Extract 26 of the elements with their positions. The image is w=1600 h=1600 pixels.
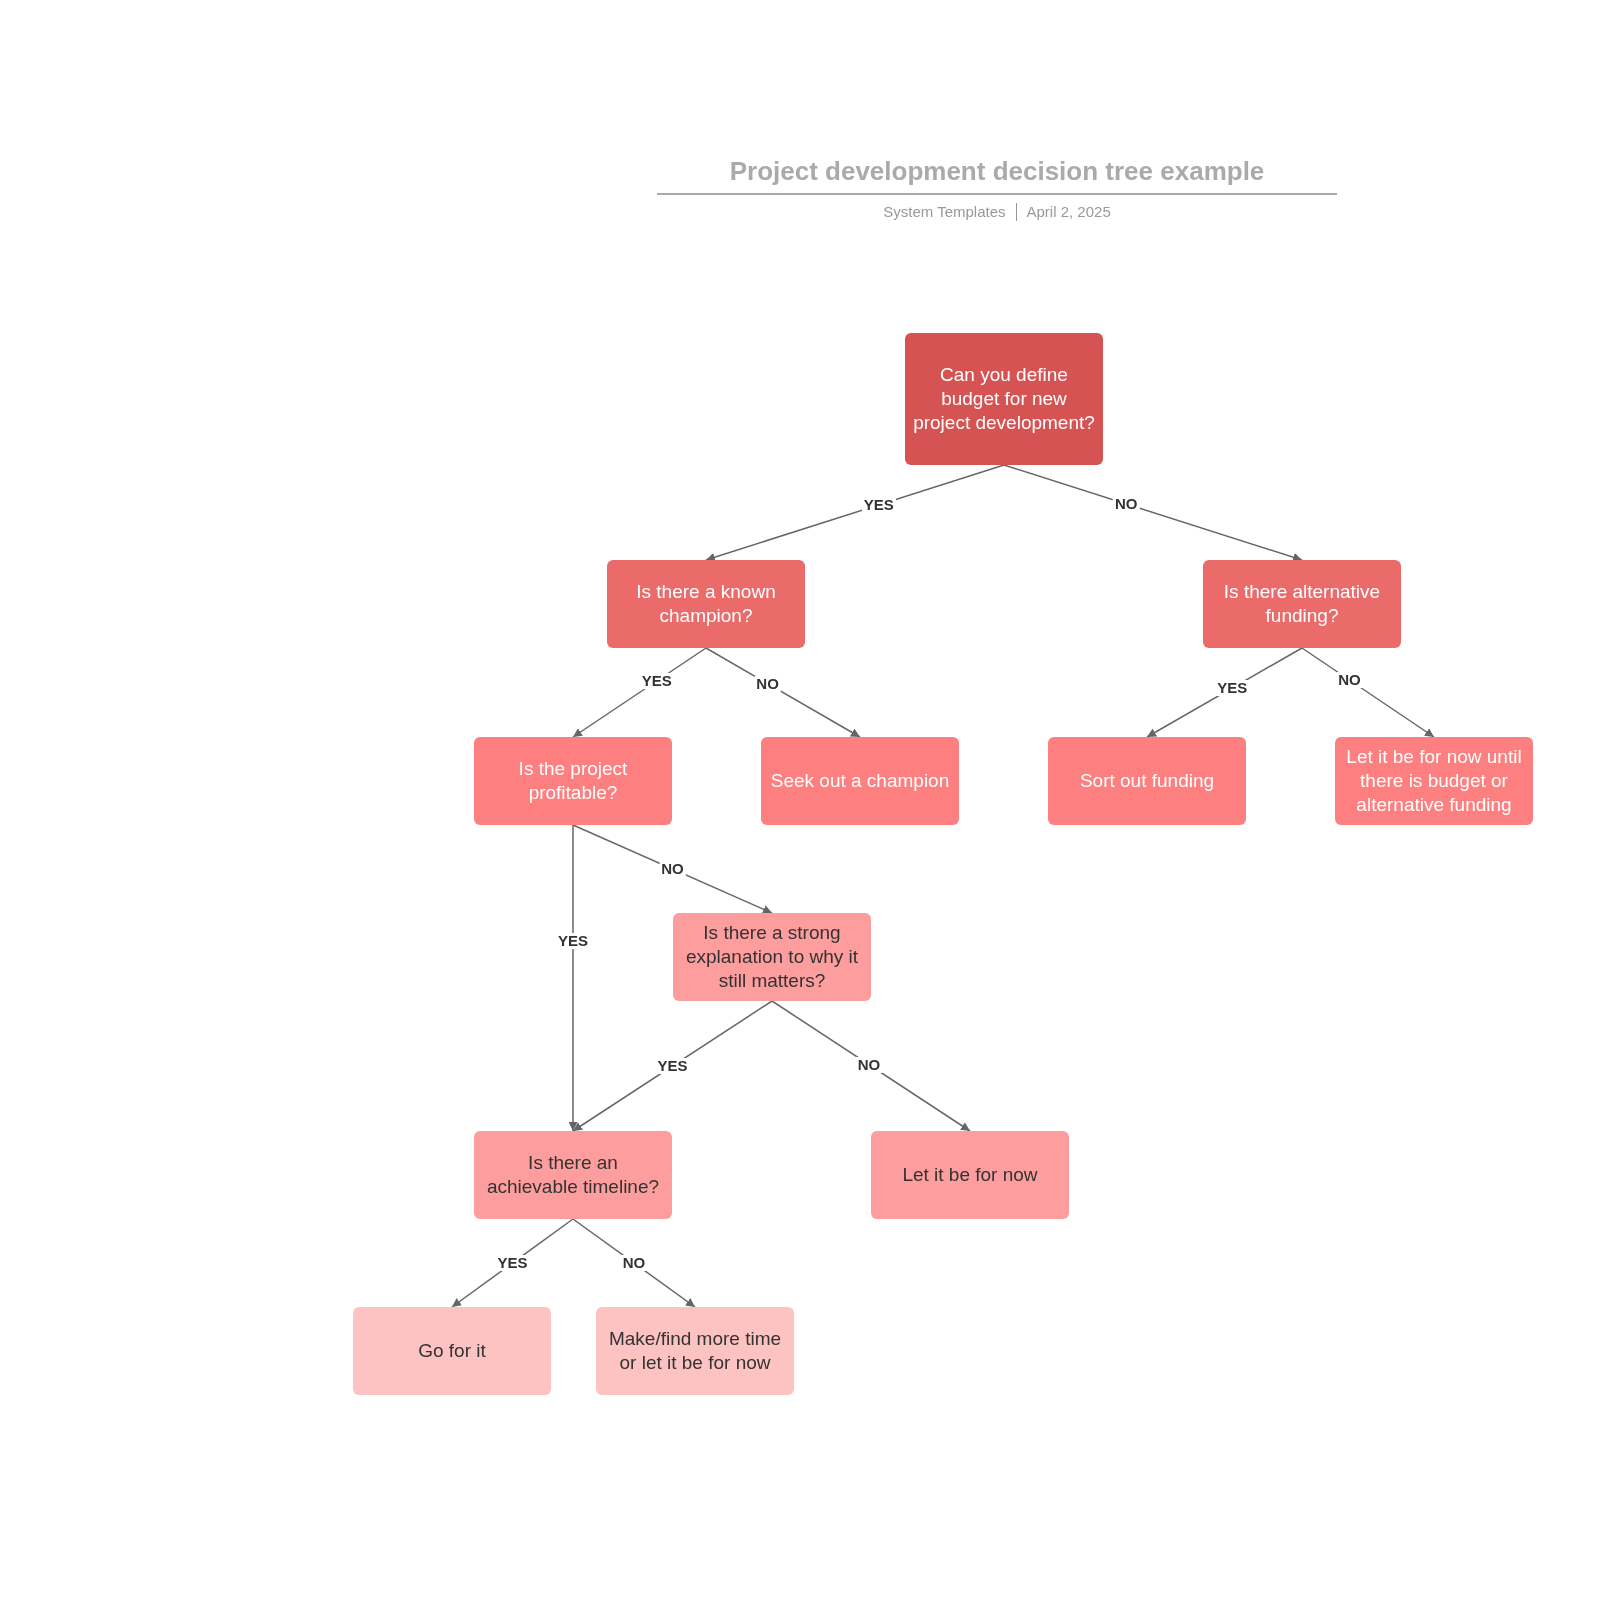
decision-node: Can you define budget for new project development? [905, 333, 1103, 465]
edge-label: YES [556, 933, 590, 950]
decision-node: Make/find more time or let it be for now [596, 1307, 794, 1395]
decision-node: Is there an achievable timeline? [474, 1131, 672, 1219]
edge-label: YES [861, 496, 896, 513]
edge-label: YES [1215, 680, 1250, 697]
decision-node: Let it be for now [871, 1131, 1069, 1219]
date-text: April 2, 2025 [1026, 202, 1111, 222]
edge-label: NO [1336, 672, 1363, 689]
decision-node: Seek out a champion [761, 737, 959, 825]
decision-node: Is there a strong explanation to why it still matters? [673, 913, 871, 1001]
author-text: System Templates [883, 202, 1006, 222]
edge-label: NO [855, 1056, 883, 1073]
decision-node: Go for it [353, 1307, 551, 1395]
decision-node: Sort out funding [1048, 737, 1246, 825]
decision-node: Is there a known champion? [607, 560, 805, 648]
decision-node: Is there alternative funding? [1203, 560, 1401, 648]
edge-label: NO [659, 861, 686, 877]
edge-label: YES [495, 1255, 530, 1271]
diagram-title: Project development decision tree example [657, 152, 1337, 195]
edge-label: NO [620, 1255, 648, 1271]
decision-node: Let it be for now until there is budget or alternative funding [1335, 737, 1533, 825]
edge-label: YES [655, 1058, 690, 1074]
decision-node: Is the project profitable? [474, 737, 672, 825]
edge-label: YES [639, 672, 674, 689]
edge-label: NO [754, 675, 781, 692]
